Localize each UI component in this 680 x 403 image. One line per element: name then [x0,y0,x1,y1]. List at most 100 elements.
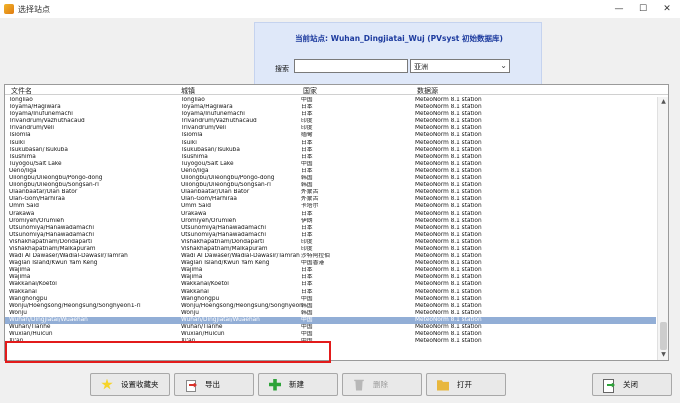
set-favorites-button[interactable]: 设置收藏夹 [90,373,170,396]
cell-filename: Wajima [9,274,31,281]
table-row[interactable]: Wajima Wajima 日本 MeteoNorm 8.1 station [5,274,656,281]
vertical-scrollbar[interactable]: ▲ ▼ [657,97,668,360]
cell-source: MeteoNorm 8.1 station [415,182,482,189]
cell-country: 外蒙古 [301,196,319,203]
table-row[interactable]: Wajima Wajima 日本 MeteoNorm 8.1 station [5,267,656,274]
cell-source: MeteoNorm 8.1 station [415,253,482,260]
table-row[interactable]: Tongliao Tongliao 中国 MeteoNorm 8.1 station [5,97,656,104]
app-icon [4,4,14,14]
table-row[interactable]: Ueno/Iiga Ueno/Iiga 日本 MeteoNorm 8.1 statio… [5,168,656,175]
cell-country: 日本 [301,210,313,217]
cell-country: 中国 [301,324,313,330]
cell-country: 日本 [301,139,313,146]
table-row[interactable]: Uromiyeh/Orumieh Uromiyeh/Orumieh 伊朗 MeteoN… [5,218,656,225]
window-title: 选择站点 [18,5,50,14]
table-row[interactable]: Utsunomiya/Hanawadamachi Utsunomiya/Hanaw… [5,232,656,239]
cell-town: Wonju [181,309,199,316]
cell-source: MeteoNorm 8.1 station [415,281,482,288]
cell-town: Trivandrum/Veli [181,125,226,132]
table-row[interactable]: Uiiongbu/Uiieongbu/Songsan-ri Uiiongbu/Ui… [5,182,656,189]
cell-town: Tongliao [181,97,205,103]
table-row[interactable]: Wuhan/Dingjiatai/Wuaehan Wuhan/Dingjiatai… [5,316,656,324]
table-row[interactable]: Tsukubasan/Tsukuba Tsukubasan/Tsukuba 日本 Me… [5,147,656,154]
scroll-down-icon[interactable]: ▼ [658,350,669,360]
table-row[interactable]: Toyama/Inufunemachi Toyama/Inufunemachi 日本… [5,111,656,118]
table-row[interactable]: Trivandrum/Vazhuthacaud Trivandrum/Vazhut… [5,118,656,125]
table-row[interactable]: Vishakhapatnam/Malkapuram Vishakhapatnam/… [5,246,656,253]
close-icon[interactable]: ✕ [656,2,678,16]
table-row[interactable]: Waglan Island/Kwun Yam Keng Waglan Island… [5,260,656,267]
cell-source: MeteoNorm 8.1 station [415,210,482,217]
table-row[interactable]: Wakkanai Wakkanai 日本 MeteoNorm 8.1 station [5,289,656,296]
new-button[interactable]: 新建 [258,373,338,396]
table-row[interactable]: Ulan-Gom/Harhiraa Ulan-Gom/Harhiraa 外蒙古 Met… [5,196,656,203]
open-button[interactable]: 打开 [426,373,506,396]
table-row[interactable]: Vishakhapatnam/Dondaparti Vishakhapatnam/… [5,239,656,246]
cell-town: Vishakhapatnam/Dondaparti [181,238,265,245]
current-site-name: Wuhan_Dingjiatai_Wuj (PVsyst 初始数据库) [330,34,503,43]
region-select[interactable]: 亚洲 ⌄ [410,59,510,73]
table-row[interactable]: Tsushima Tsushima 日本 MeteoNorm 8.1 station [5,154,656,161]
table-row[interactable]: Uiiongbu/Uiieongbu/Pongo-dong Uiiongbu/Ui… [5,175,656,182]
scrollbar-thumb[interactable] [660,322,667,350]
table-row[interactable]: Umm Said Umm Said 卡塔尔 MeteoNorm 8.1 station [5,203,656,210]
close-button[interactable]: 关闭 [592,373,672,396]
cell-country: 沙特阿拉伯 [301,253,330,260]
column-header-source[interactable]: 数据源 [417,86,438,96]
table-row[interactable]: Wonju/Hoengsong/Heongsung/Songhyeon1-ri W… [5,303,656,310]
column-header-town[interactable]: 城镇 [181,86,195,96]
cell-filename: Wuxian/Huicun [9,331,53,338]
cell-filename: Utsunomiya/Hanawadamachi [9,231,94,238]
table-row[interactable]: Tuyogou/Salt Lake Tuyogou/Salt Lake 中国 Mete… [5,161,656,168]
minimize-icon[interactable]: — [608,2,630,16]
cell-town: Uiiongbu/Uiieongbu/Pongo-dong [181,175,275,182]
table-row[interactable]: Trivandrum/Veli Trivandrum/Veli 印度 MeteoNor… [5,125,656,132]
cell-country: 日本 [301,267,313,274]
cell-town: Uromiyeh/Orumieh [181,217,237,224]
new-label: 新建 [289,380,304,389]
cell-source: MeteoNorm 8.1 station [415,189,482,196]
cell-filename: Ulan-Gom/Harhiraa [9,196,65,203]
cell-town: Tuyogou/Salt Lake [181,160,234,167]
cell-country: 日本 [301,288,313,295]
table-row[interactable]: Tsiomla Tsiomla 缅甸 MeteoNorm 8.1 station [5,132,656,139]
cell-filename: Ulaanbaatar/Ulan Bator [9,189,78,196]
title-bar: 选择站点 — ☐ ✕ [0,0,680,18]
table-row[interactable]: Wuxian/Huicun Wuxian/Huicun 中国 MeteoNorm 8.… [5,331,656,338]
dialog-body: 当前站点: Wuhan_Dingjiatai_Wuj (PVsyst 初始数据库… [0,18,680,403]
table-row[interactable]: Wuhan/Tianhe Wuhan/Tianhe 中国 MeteoNorm 8.1 … [5,324,656,331]
table-row[interactable]: Wakkanai/Koetoi Wakkanai/Koetoi 日本 MeteoNor… [5,281,656,288]
cell-country: 缅甸 [301,132,313,139]
column-header-country[interactable]: 国家 [303,86,317,96]
column-header-filename[interactable]: 文件名 [11,86,32,96]
table-row[interactable]: Wanghongpu Wanghongpu 中国 MeteoNorm 8.1 stat… [5,296,656,303]
cell-filename: Tuyogou/Salt Lake [9,160,62,167]
table-row[interactable]: Ulaanbaatar/Ulan Bator Ulaanbaatar/Ulan B… [5,189,656,196]
table-row[interactable]: Tsuiki Tsuiki 日本 MeteoNorm 8.1 station [5,140,656,147]
cell-filename: Urakawa [9,210,35,217]
close-label: 关闭 [623,380,638,389]
table-row[interactable]: Utsunomiya/Hanawadamachi Utsunomiya/Hanaw… [5,225,656,232]
cell-town: Ueno/Iiga [181,167,209,174]
cell-country: 印度 [301,245,313,252]
cell-country: 中国 [301,338,313,345]
cell-country: 中国 [301,316,313,323]
export-button[interactable]: 导出 [174,373,254,396]
scroll-up-icon[interactable]: ▲ [658,97,669,107]
table-row[interactable]: Wadi Al Dawaser/Wadial-Dawasir/Tamrah Wad… [5,253,656,260]
cell-source: MeteoNorm 8.1 station [415,196,482,203]
search-input[interactable] [294,59,408,73]
set-favorites-label: 设置收藏夹 [121,380,159,389]
table-row[interactable]: Wonju Wonju 韩国 MeteoNorm 8.1 station [5,310,656,317]
cell-source: MeteoNorm 8.1 station [415,97,482,103]
cell-town: Tsukubasan/Tsukuba [181,146,240,153]
table-row[interactable]: Toyama/Hagiwara Toyama/Hagiwara 日本 MeteoNor… [5,104,656,111]
delete-button[interactable]: 删除 [342,373,422,396]
cell-country: 外蒙古 [301,189,319,196]
cell-town: Wadi Al Dawaser/Wadial-Dawasir/Tamrah [181,253,300,260]
table-row[interactable]: Xi'an Xi'an 中国 MeteoNorm 8.1 station [5,338,656,345]
cell-filename: Wajima [9,267,31,274]
cell-filename: Xi'an [9,338,24,345]
maximize-icon[interactable]: ☐ [632,2,654,16]
table-row[interactable]: Urakawa Urakawa 日本 MeteoNorm 8.1 station [5,211,656,218]
